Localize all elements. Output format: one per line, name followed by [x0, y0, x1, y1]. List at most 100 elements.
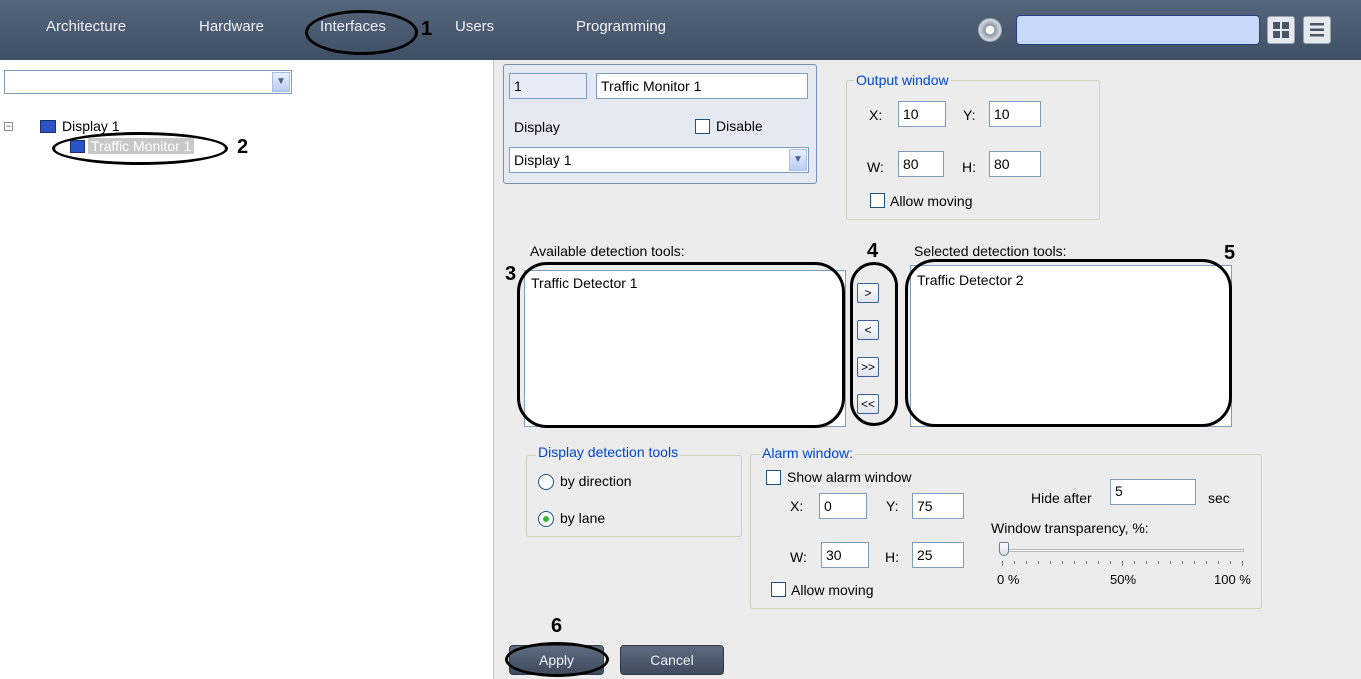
transparency-slider-thumb[interactable]	[999, 542, 1009, 556]
add-tool-button[interactable]: >	[857, 283, 879, 303]
remove-tool-button[interactable]: <	[857, 320, 879, 340]
add-all-tools-button[interactable]: >>	[857, 357, 879, 377]
cancel-button[interactable]: Cancel	[620, 645, 724, 675]
slider-tick	[1098, 561, 1099, 564]
slider-tick	[1014, 561, 1015, 564]
slider-tick	[1218, 561, 1219, 564]
display-select[interactable]: Display 1 ▼	[509, 147, 809, 173]
output-h-label: H:	[962, 159, 976, 175]
slider-tick	[1230, 561, 1231, 564]
slider-tick	[1074, 561, 1075, 564]
callout-number-1: 1	[421, 18, 433, 40]
slider-tick	[1026, 561, 1027, 564]
callout-number-5: 5	[1224, 242, 1236, 264]
id-field[interactable]: 1	[509, 73, 587, 99]
output-allow-moving-label: Allow moving	[890, 193, 973, 209]
slider-tick	[1002, 561, 1003, 566]
window-transparency-label: Window transparency, %:	[991, 520, 1149, 536]
chevron-down-icon[interactable]: ▼	[272, 72, 290, 92]
hide-after-unit: sec	[1208, 490, 1230, 506]
status-indicator-icon[interactable]	[978, 18, 1002, 42]
output-x-field[interactable]: 10	[898, 101, 946, 127]
show-alarm-window-label: Show alarm window	[787, 469, 912, 485]
tab-architecture[interactable]: Architecture	[46, 18, 126, 35]
display-detection-tools-title: Display detection tools	[536, 444, 681, 460]
output-w-field[interactable]: 80	[898, 151, 944, 177]
apply-button[interactable]: Apply	[509, 645, 604, 675]
slider-tick	[1038, 561, 1039, 564]
output-y-field[interactable]: 10	[989, 101, 1041, 127]
alarm-x-label: X:	[790, 498, 804, 514]
alarm-h-field[interactable]: 25	[912, 542, 964, 568]
menu-icon[interactable]	[1303, 16, 1331, 44]
selected-tools-label: Selected detection tools:	[914, 243, 1067, 259]
output-allow-moving-checkbox[interactable]	[870, 193, 885, 208]
remove-all-tools-button[interactable]: <<	[857, 394, 879, 414]
tab-interfaces[interactable]: Interfaces	[320, 18, 386, 35]
by-lane-radio[interactable]	[538, 511, 554, 527]
callout-number-4: 4	[867, 240, 879, 262]
slider-tick	[1134, 561, 1135, 564]
alarm-x-field[interactable]: 0	[819, 493, 867, 519]
available-tools-list[interactable]: Traffic Detector 1	[524, 270, 846, 427]
slider-tick	[1062, 561, 1063, 564]
alarm-w-label: W:	[790, 549, 807, 565]
slider-ticks	[1002, 561, 1243, 567]
output-h-field[interactable]: 80	[989, 151, 1041, 177]
selected-tools-list[interactable]: Traffic Detector 2	[910, 265, 1232, 427]
list-item[interactable]: Traffic Detector 1	[525, 271, 845, 295]
list-item[interactable]: Traffic Detector 2	[911, 266, 1231, 294]
alarm-allow-moving-checkbox[interactable]	[771, 582, 786, 597]
alarm-allow-moving-label: Allow moving	[791, 582, 874, 598]
tree-collapse-icon[interactable]: −	[4, 122, 13, 131]
disable-checkbox[interactable]	[695, 119, 710, 134]
hide-after-label: Hide after	[1031, 490, 1092, 506]
by-direction-radio[interactable]	[538, 474, 554, 490]
show-alarm-window-checkbox[interactable]	[766, 470, 781, 485]
display-detection-tools-group	[526, 455, 742, 537]
name-field[interactable]: Traffic Monitor 1	[596, 73, 808, 99]
alarm-h-label: H:	[885, 549, 899, 565]
tree-item-display-1[interactable]: Display 1	[62, 118, 120, 134]
layout-grid-icon[interactable]	[1267, 16, 1295, 44]
tab-programming[interactable]: Programming	[576, 18, 666, 35]
scale-min-label: 0 %	[997, 572, 1020, 587]
slider-tick	[1206, 561, 1207, 564]
display-icon	[40, 120, 56, 133]
top-menu-bar: Architecture Hardware Interfaces Users P…	[0, 0, 1361, 60]
object-filter-select[interactable]: ▼	[4, 70, 292, 94]
tab-users[interactable]: Users	[455, 18, 494, 35]
slider-tick	[1110, 561, 1111, 564]
slider-tick	[1242, 561, 1243, 566]
search-input[interactable]	[1016, 15, 1260, 45]
slider-tick	[1158, 561, 1159, 564]
alarm-w-field[interactable]: 30	[821, 542, 869, 568]
transparency-slider-track[interactable]	[999, 549, 1244, 552]
alarm-y-label: Y:	[886, 498, 899, 514]
slider-tick	[1146, 561, 1147, 564]
by-direction-label: by direction	[560, 473, 632, 489]
hide-after-field[interactable]: 5	[1110, 479, 1196, 505]
scale-max-label: 100 %	[1214, 572, 1251, 587]
slider-tick	[1122, 561, 1123, 566]
callout-number-2: 2	[237, 136, 249, 158]
slider-tick	[1194, 561, 1195, 564]
slider-tick	[1170, 561, 1171, 564]
traffic-monitor-icon	[70, 140, 85, 153]
chevron-down-icon[interactable]: ▼	[789, 149, 807, 171]
output-x-label: X:	[869, 107, 883, 123]
output-w-label: W:	[867, 159, 884, 175]
display-label: Display	[514, 119, 560, 135]
alarm-y-field[interactable]: 75	[912, 493, 964, 519]
output-window-title: Output window	[854, 72, 951, 88]
available-tools-label: Available detection tools:	[530, 243, 685, 259]
tree-item-traffic-monitor-1[interactable]: Traffic Monitor 1	[88, 138, 195, 154]
output-y-label: Y:	[963, 107, 976, 123]
display-select-value: Display 1	[514, 152, 572, 168]
callout-number-3: 3	[505, 263, 517, 285]
tab-hardware[interactable]: Hardware	[199, 18, 264, 35]
disable-label: Disable	[716, 118, 763, 134]
slider-tick	[1182, 561, 1183, 564]
scale-mid-label: 50%	[1110, 572, 1137, 587]
callout-number-6: 6	[551, 615, 563, 637]
